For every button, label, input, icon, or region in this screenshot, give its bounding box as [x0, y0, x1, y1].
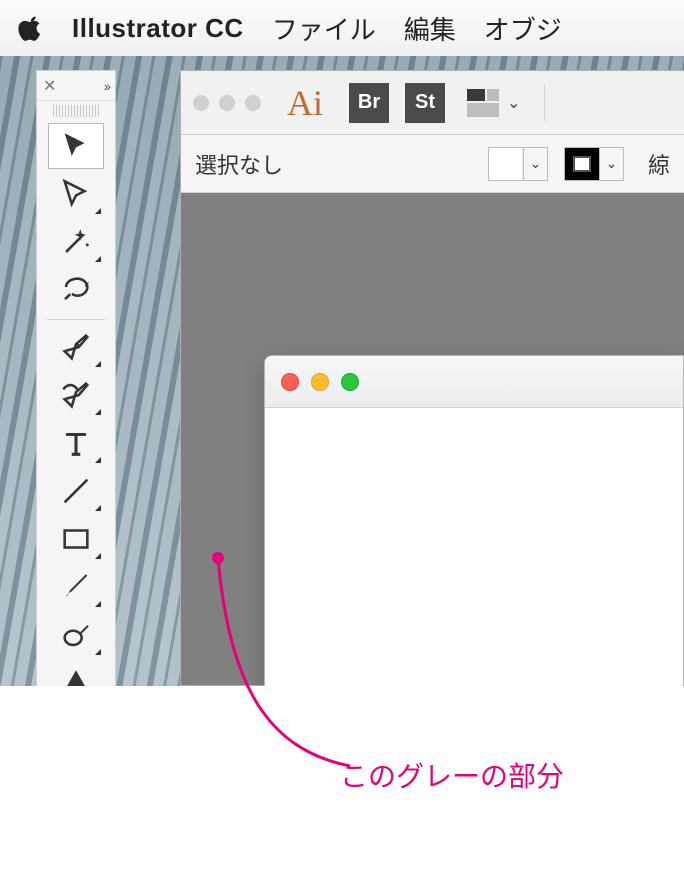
flyout-indicator-icon [95, 601, 101, 607]
window-minimize-button[interactable] [219, 95, 235, 111]
doc-close-button[interactable] [281, 373, 299, 391]
bridge-button[interactable]: Br [349, 83, 389, 123]
menubar-app-name[interactable]: Illustrator CC [72, 13, 244, 44]
curvature-tool[interactable] [48, 372, 104, 418]
type-tool[interactable] [48, 420, 104, 466]
window-traffic-lights [193, 95, 261, 111]
divider [544, 85, 545, 121]
window-close-button[interactable] [193, 95, 209, 111]
menu-edit[interactable]: 編集 [404, 10, 456, 47]
flyout-indicator-icon [95, 409, 101, 415]
menu-object[interactable]: オブジ [484, 10, 562, 47]
chevron-down-icon[interactable]: ⌄ [523, 148, 547, 180]
selection-tool[interactable] [48, 123, 104, 169]
pen-tool[interactable] [48, 324, 104, 370]
annotation-text: このグレーの部分 [340, 755, 564, 795]
flyout-indicator-icon [95, 361, 101, 367]
panel-close-icon[interactable]: ✕ [43, 76, 56, 96]
stroke-color-combo[interactable]: ⌄ [564, 147, 624, 181]
flyout-indicator-icon [95, 649, 101, 655]
control-bar: 選択なし ⌄ ⌄ 綡 [181, 135, 684, 193]
stroke-swatch[interactable] [565, 148, 599, 180]
apple-logo-icon[interactable] [18, 15, 44, 41]
app-titlebar: Ai Br St ⌄ [181, 71, 684, 135]
lasso-tool[interactable] [48, 267, 104, 313]
fill-color-combo[interactable]: ⌄ [488, 147, 548, 181]
flyout-indicator-icon [95, 457, 101, 463]
paintbrush-tool[interactable] [48, 564, 104, 610]
direct-selection-tool[interactable] [48, 171, 104, 217]
line-tool[interactable] [48, 468, 104, 514]
blob-brush-tool[interactable] [48, 612, 104, 658]
stroke-label: 綡 [640, 148, 670, 180]
panel-header: ✕ ›› [37, 71, 115, 101]
macos-menubar: Illustrator CC ファイル 編集 オブジ [0, 0, 684, 56]
tools-panel: ✕ ›› [36, 70, 116, 709]
stock-button[interactable]: St [405, 83, 445, 123]
flyout-indicator-icon [95, 553, 101, 559]
window-zoom-button[interactable] [245, 95, 261, 111]
tool-divider [47, 319, 105, 320]
menu-file[interactable]: ファイル [272, 10, 376, 47]
illustrator-logo-icon: Ai [287, 82, 323, 124]
workspace-switcher[interactable]: ⌄ [467, 89, 520, 117]
chevron-down-icon[interactable]: ⌄ [599, 148, 623, 180]
rectangle-tool[interactable] [48, 516, 104, 562]
doc-zoom-button[interactable] [341, 373, 359, 391]
flyout-indicator-icon [95, 208, 101, 214]
arrange-documents-icon [467, 89, 499, 117]
chevron-down-icon: ⌄ [507, 93, 520, 113]
flyout-indicator-icon [95, 505, 101, 511]
panel-grip-icon[interactable] [53, 105, 99, 117]
document-titlebar[interactable] [265, 356, 683, 408]
fill-swatch[interactable] [489, 148, 523, 180]
magic-wand-tool[interactable] [48, 219, 104, 265]
panel-expand-icon[interactable]: ›› [104, 78, 109, 94]
doc-minimize-button[interactable] [311, 373, 329, 391]
selection-status-label: 選択なし [195, 148, 283, 180]
flyout-indicator-icon [95, 256, 101, 262]
